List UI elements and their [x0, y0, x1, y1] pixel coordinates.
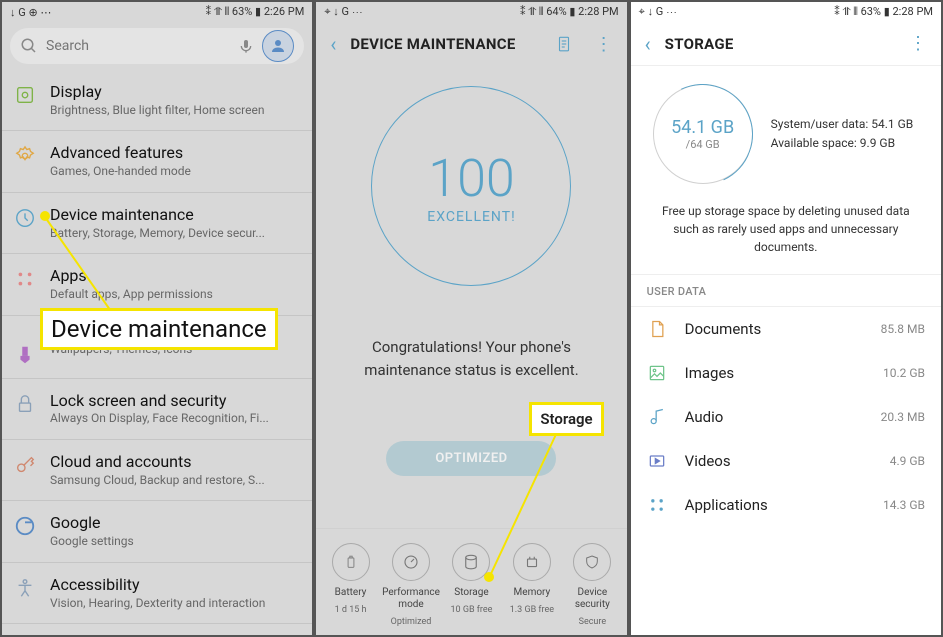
key-icon [14, 454, 36, 476]
storage-summary: 54.1 GB /64 GB System/user data: 54.1 GB… [631, 66, 941, 202]
setting-apps[interactable]: AppsDefault apps, App permissions [2, 254, 312, 315]
page-title: STORAGE [665, 35, 895, 53]
header: ‹ STORAGE ⋮ [631, 22, 941, 66]
storage-gauge: 54.1 GB /64 GB [653, 84, 753, 184]
score-circle: 100 EXCELLENT! [371, 86, 571, 286]
bottom-security[interactable]: Device security Secure [564, 543, 620, 627]
storage-icon [462, 553, 480, 571]
google-icon [14, 515, 36, 537]
lock-icon [14, 393, 36, 415]
bottom-nav: Battery 1 d 15 h Performance mode Optimi… [316, 528, 626, 635]
shield-icon [584, 553, 600, 571]
score-number: 100 [428, 148, 515, 209]
storage-total: /64 GB [686, 138, 720, 151]
back-button[interactable]: ‹ [330, 32, 336, 56]
brush-icon [14, 344, 36, 366]
setting-cloud[interactable]: Cloud and accountsSamsung Cloud, Backup … [2, 440, 312, 501]
status-left: ↓ G ⊕ ⋯ [10, 6, 51, 19]
header: ‹ DEVICE MAINTENANCE ⋮ [316, 22, 626, 66]
data-applications[interactable]: Applications 14.3 GB [631, 483, 941, 527]
accessibility-icon [14, 577, 36, 599]
setting-google[interactable]: GoogleGoogle settings [2, 501, 312, 562]
setting-advanced[interactable]: Advanced featuresGames, One-handed mode [2, 131, 312, 192]
gauge-icon [402, 553, 420, 571]
apps-icon [14, 268, 36, 290]
status-bar: ↓ G ⊕ ⋯ ⁑ ⥣ ⫴ 63% ▮ 2:26 PM [2, 2, 312, 22]
maintenance-icon [14, 207, 36, 229]
bottom-memory[interactable]: Memory 1.3 GB free [504, 543, 560, 627]
bottom-performance[interactable]: Performance mode Optimized [383, 543, 439, 627]
highlight-device-maintenance: Device maintenance [40, 308, 278, 350]
search-input[interactable] [46, 38, 230, 54]
person-icon [269, 37, 287, 55]
status-bar: ⌖ ↓ G ⋯ ⁑ ⥣ ⫴ 63% ▮ 2:28 PM [631, 2, 941, 22]
annotation-dot [40, 211, 50, 221]
screen-storage: ⌖ ↓ G ⋯ ⁑ ⥣ ⫴ 63% ▮ 2:28 PM ‹ STORAGE ⋮ … [631, 2, 941, 635]
status-right: ⁑ ⥣ ⫴ 63% ▮ 2:26 PM [206, 5, 305, 19]
apps-icon [647, 495, 667, 515]
memory-icon [523, 553, 541, 571]
setting-display[interactable]: DisplayBrightness, Blue light filter, Ho… [2, 70, 312, 131]
bottom-storage[interactable]: Storage 10 GB free [443, 543, 499, 627]
screen-device-maintenance: ⌖ ↓ G ⋯ ⁑ ⥣ ⫴ 64% ▮ 2:28 PM ‹ DEVICE MAI… [316, 2, 626, 635]
congrats-text: Congratulations! Your phone's maintenanc… [344, 336, 598, 381]
profile-button[interactable] [262, 30, 294, 62]
gear-icon [14, 145, 36, 167]
storage-hint: Free up storage space by deleting unused… [631, 202, 941, 274]
search-icon [20, 37, 38, 55]
data-audio[interactable]: Audio 20.3 MB [631, 395, 941, 439]
highlight-storage: Storage [529, 402, 603, 436]
section-user-data: USER DATA [631, 274, 941, 307]
data-images[interactable]: Images 10.2 GB [631, 351, 941, 395]
storage-used: 54.1 GB [671, 117, 734, 138]
video-icon [647, 451, 667, 471]
mic-icon[interactable] [238, 38, 254, 54]
storage-meta: System/user data: 54.1 GB Available spac… [771, 115, 927, 153]
setting-accessibility[interactable]: AccessibilityVision, Hearing, Dexterity … [2, 563, 312, 624]
back-button[interactable]: ‹ [645, 32, 651, 56]
more-icon[interactable]: ⋮ [909, 33, 927, 54]
page-title: DEVICE MAINTENANCE [350, 35, 540, 53]
battery-icon [344, 553, 358, 571]
data-documents[interactable]: Documents 85.8 MB [631, 307, 941, 351]
status-bar: ⌖ ↓ G ⋯ ⁑ ⥣ ⫴ 64% ▮ 2:28 PM [316, 2, 626, 22]
document-icon[interactable] [555, 35, 573, 53]
image-icon [647, 363, 667, 383]
more-icon[interactable]: ⋮ [595, 34, 613, 55]
bottom-battery[interactable]: Battery 1 d 15 h [323, 543, 379, 627]
screen-settings: ↓ G ⊕ ⋯ ⁑ ⥣ ⫴ 63% ▮ 2:26 PM DisplayBrigh… [2, 2, 312, 635]
setting-lockscreen[interactable]: Lock screen and securityAlways On Displa… [2, 379, 312, 440]
data-videos[interactable]: Videos 4.9 GB [631, 439, 941, 483]
display-icon [14, 84, 36, 106]
audio-icon [647, 407, 667, 427]
optimize-button[interactable]: OPTIMIZED [386, 441, 556, 476]
score-label: EXCELLENT! [427, 209, 515, 225]
search-bar[interactable] [10, 28, 304, 64]
document-icon [647, 319, 667, 339]
